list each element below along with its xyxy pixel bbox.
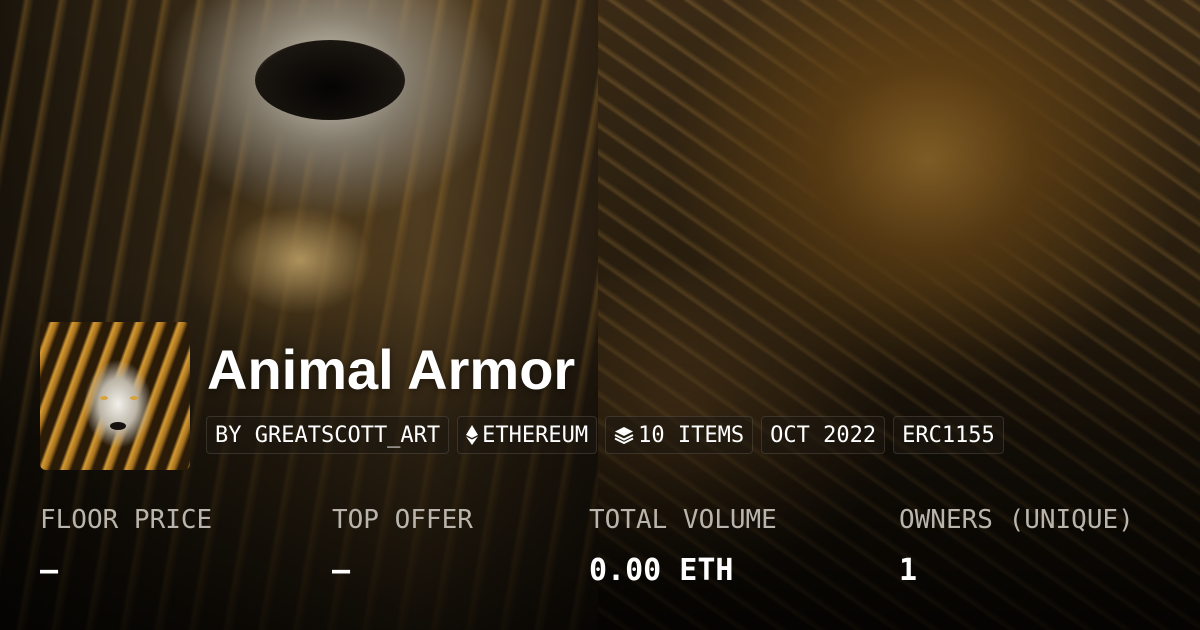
top-offer-stat: TOP OFFER – (332, 500, 473, 602)
token-standard-tag: ERC1155 (893, 416, 1004, 454)
avatar-eye-right (130, 396, 138, 400)
chain-tag[interactable]: ETHEREUM (457, 416, 598, 454)
items-tag[interactable]: 10 ITEMS (605, 416, 754, 454)
total-volume-label: TOTAL VOLUME (589, 505, 777, 535)
floor-price-label: FLOOR PRICE (40, 505, 213, 535)
owners-value: 1 (899, 553, 918, 588)
total-volume-stat: TOTAL VOLUME 0.00 ETH (589, 500, 777, 602)
ethereum-icon (466, 425, 479, 445)
collection-title: Animal Armor (207, 338, 576, 401)
top-offer-label: TOP OFFER (332, 505, 473, 535)
layers-icon (614, 425, 634, 445)
collection-avatar[interactable] (40, 322, 190, 470)
chain-tag-label: ETHEREUM (482, 422, 589, 448)
items-tag-label: 10 ITEMS (638, 422, 745, 448)
avatar-eye-left (100, 396, 108, 400)
avatar-nose (110, 422, 126, 430)
floor-price-value: – (40, 553, 59, 588)
created-date-label: OCT 2022 (770, 422, 877, 448)
total-volume-value: 0.00 ETH (589, 553, 734, 588)
creator-tag[interactable]: BY GREATSCOTT_ART (206, 416, 450, 454)
creator-tag-label: BY GREATSCOTT_ART (215, 422, 441, 448)
owners-label: OWNERS (UNIQUE) (899, 505, 1134, 535)
token-standard-label: ERC1155 (902, 422, 995, 448)
top-offer-value: – (332, 553, 351, 588)
collection-tags: BY GREATSCOTT_ART ETHEREUM 10 ITEMS OCT … (206, 416, 1004, 454)
collection-stats: FLOOR PRICE – TOP OFFER – TOTAL VOLUME 0… (0, 500, 1200, 600)
floor-price-stat: FLOOR PRICE – (40, 500, 212, 602)
owners-stat: OWNERS (UNIQUE) 1 (899, 500, 1134, 602)
created-date-tag: OCT 2022 (761, 416, 886, 454)
